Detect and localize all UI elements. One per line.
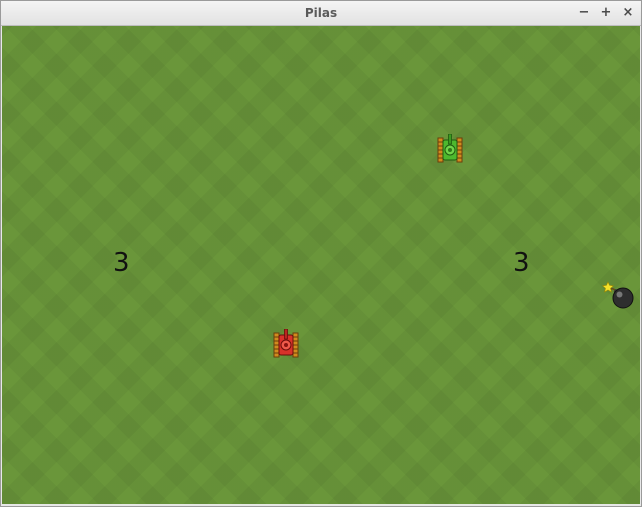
score-left: 3 [113,248,130,278]
bomb-icon[interactable] [602,279,636,309]
maximize-button[interactable]: + [597,4,615,22]
game-window: Pilas − + × 3 3 [0,0,642,507]
minimize-button[interactable]: − [575,4,593,22]
title-bar[interactable]: Pilas − + × [1,1,641,26]
green-tank-icon[interactable] [437,134,463,164]
game-canvas[interactable]: 3 3 [2,26,640,504]
red-tank-icon[interactable] [273,329,299,359]
score-right: 3 [513,248,530,278]
close-button[interactable]: × [619,4,637,22]
window-title: Pilas [304,6,338,20]
